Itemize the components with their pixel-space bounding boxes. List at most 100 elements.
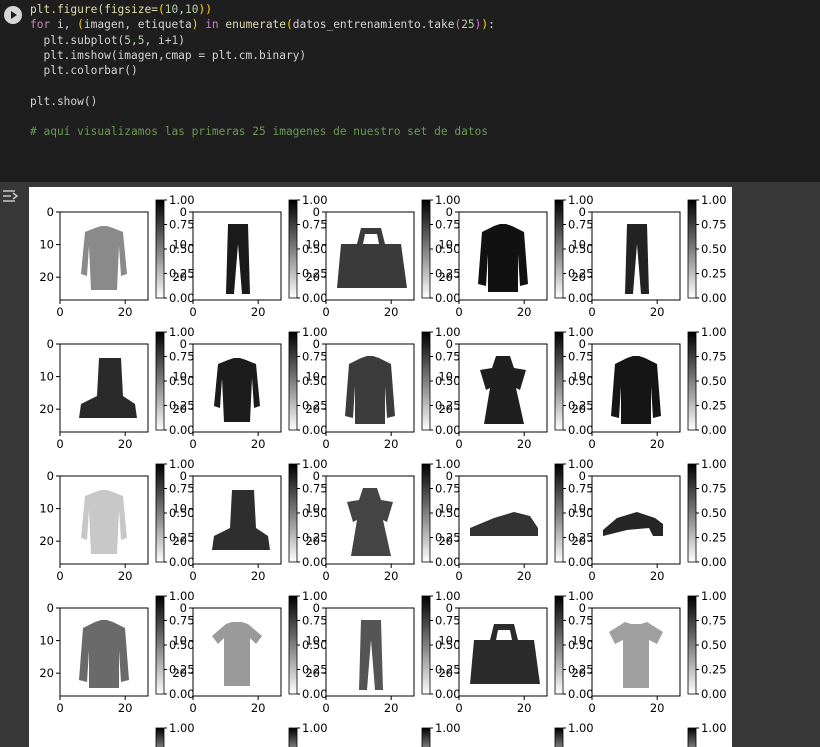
subplot bbox=[455, 463, 566, 568]
y-tick-label: 10 bbox=[438, 238, 453, 252]
y-tick-label: 20 bbox=[39, 270, 54, 284]
code-token: plt.subplot( bbox=[30, 33, 125, 47]
colorbar-tick-label: 0.75 bbox=[701, 482, 727, 496]
colorbar-partial bbox=[288, 727, 298, 747]
y-tick-label: 0 bbox=[313, 601, 320, 615]
x-tick-label: 0 bbox=[56, 437, 63, 451]
colorbar-tick-label: 0.75 bbox=[568, 350, 594, 364]
colorbar-tick-label: 0.50 bbox=[701, 374, 727, 388]
x-tick-label: 0 bbox=[189, 569, 196, 583]
y-tick-label: 10 bbox=[571, 634, 586, 648]
colorbar bbox=[687, 463, 697, 563]
x-tick-label: 20 bbox=[251, 437, 266, 451]
subplot bbox=[455, 331, 566, 436]
y-tick-label: 0 bbox=[446, 337, 453, 351]
code-editor[interactable]: plt.figure(figsize=(10,10)) for i, (imag… bbox=[30, 2, 495, 140]
colorbar-tick-label: 0.75 bbox=[701, 614, 727, 628]
x-tick-label: 0 bbox=[56, 305, 63, 319]
colorbar-tick-label: 0.00 bbox=[435, 291, 461, 305]
subplot bbox=[588, 595, 699, 700]
y-tick-label: 10 bbox=[172, 634, 187, 648]
colorbar-tick-label: 0.00 bbox=[302, 555, 328, 569]
x-tick-label: 0 bbox=[588, 701, 595, 715]
subplot bbox=[56, 199, 167, 304]
colorbar bbox=[155, 595, 165, 695]
code-token: plt.colorbar() bbox=[30, 64, 138, 78]
colorbar-tick-label: 0.00 bbox=[435, 555, 461, 569]
y-tick-label: 0 bbox=[47, 337, 54, 351]
code-token: , bbox=[178, 3, 185, 16]
colorbar-tick-label: 0.00 bbox=[701, 687, 727, 701]
y-tick-label: 10 bbox=[39, 370, 54, 384]
colorbar bbox=[288, 199, 298, 299]
code-cell[interactable]: plt.figure(figsize=(10,10)) for i, (imag… bbox=[0, 0, 820, 182]
colorbar-tick-label: 0.50 bbox=[701, 638, 727, 652]
colorbar-tick-label: 0.75 bbox=[169, 482, 195, 496]
y-tick-label: 20 bbox=[172, 666, 187, 680]
subplot bbox=[56, 595, 167, 700]
y-tick-label: 20 bbox=[39, 402, 54, 416]
y-tick-label: 20 bbox=[172, 270, 187, 284]
subplot bbox=[189, 331, 300, 436]
play-circle-icon[interactable] bbox=[4, 6, 22, 24]
subplot bbox=[56, 331, 167, 436]
subplot bbox=[455, 595, 566, 700]
colorbar-tick-label: 1.00 bbox=[302, 721, 328, 735]
colorbar bbox=[288, 331, 298, 431]
y-tick-label: 10 bbox=[438, 370, 453, 384]
y-tick-label: 0 bbox=[579, 337, 586, 351]
x-tick-label: 20 bbox=[517, 305, 532, 319]
colorbar-tick-label: 0.75 bbox=[302, 614, 328, 628]
figure-output: 0 10 20 0 20 0.00 0.25 0.50 0.75 1.00 0 10 20 0 20 0.00… bbox=[29, 187, 732, 747]
code-token: i, bbox=[50, 18, 78, 32]
x-tick-label: 20 bbox=[650, 437, 665, 451]
y-tick-label: 10 bbox=[39, 238, 54, 252]
y-tick-label: 10 bbox=[571, 502, 586, 516]
y-tick-label: 20 bbox=[305, 402, 320, 416]
x-tick-label: 20 bbox=[118, 437, 133, 451]
y-tick-label: 20 bbox=[571, 270, 586, 284]
code-token: , i+ bbox=[144, 33, 172, 47]
y-tick-label: 10 bbox=[438, 502, 453, 516]
y-tick-label: 20 bbox=[305, 270, 320, 284]
colorbar-tick-label: 0.75 bbox=[435, 350, 461, 364]
y-tick-label: 10 bbox=[39, 634, 54, 648]
colorbar-tick-label: 1.00 bbox=[701, 325, 727, 339]
subplot bbox=[322, 463, 433, 568]
y-tick-label: 20 bbox=[39, 534, 54, 548]
y-tick-label: 20 bbox=[571, 402, 586, 416]
colorbar-tick-label: 0.75 bbox=[169, 218, 195, 232]
colorbar bbox=[155, 331, 165, 431]
colorbar-tick-label: 0.75 bbox=[435, 218, 461, 232]
colorbar-tick-label: 1.00 bbox=[701, 193, 727, 207]
x-tick-label: 20 bbox=[650, 701, 665, 715]
clothing-image bbox=[611, 356, 661, 424]
y-tick-label: 20 bbox=[172, 402, 187, 416]
code-token: ( bbox=[77, 18, 84, 32]
colorbar bbox=[288, 463, 298, 563]
colorbar-tick-label: 0.00 bbox=[302, 687, 328, 701]
colorbar-tick-label: 0.75 bbox=[435, 482, 461, 496]
code-token: enumerate bbox=[225, 18, 287, 32]
colorbar bbox=[554, 463, 564, 563]
subplot bbox=[322, 331, 433, 436]
y-tick-label: 0 bbox=[313, 469, 320, 483]
y-tick-label: 20 bbox=[438, 666, 453, 680]
y-tick-label: 10 bbox=[305, 502, 320, 516]
y-tick-label: 10 bbox=[172, 502, 187, 516]
colorbar-tick-label: 0.75 bbox=[568, 482, 594, 496]
y-tick-label: 0 bbox=[47, 469, 54, 483]
y-tick-label: 20 bbox=[438, 534, 453, 548]
y-tick-label: 0 bbox=[47, 601, 54, 615]
colorbar-tick-label: 0.25 bbox=[701, 267, 727, 281]
x-tick-label: 20 bbox=[517, 569, 532, 583]
y-tick-label: 0 bbox=[313, 337, 320, 351]
subplot bbox=[588, 463, 699, 568]
y-tick-label: 10 bbox=[305, 238, 320, 252]
x-tick-label: 20 bbox=[650, 569, 665, 583]
colorbar-tick-label: 0.00 bbox=[701, 291, 727, 305]
output-toggle-icon[interactable] bbox=[2, 188, 20, 208]
colorbar bbox=[288, 595, 298, 695]
code-token: datos_entrenamiento.take bbox=[292, 18, 455, 32]
code-token: plt.figure(figsize= bbox=[30, 3, 158, 16]
